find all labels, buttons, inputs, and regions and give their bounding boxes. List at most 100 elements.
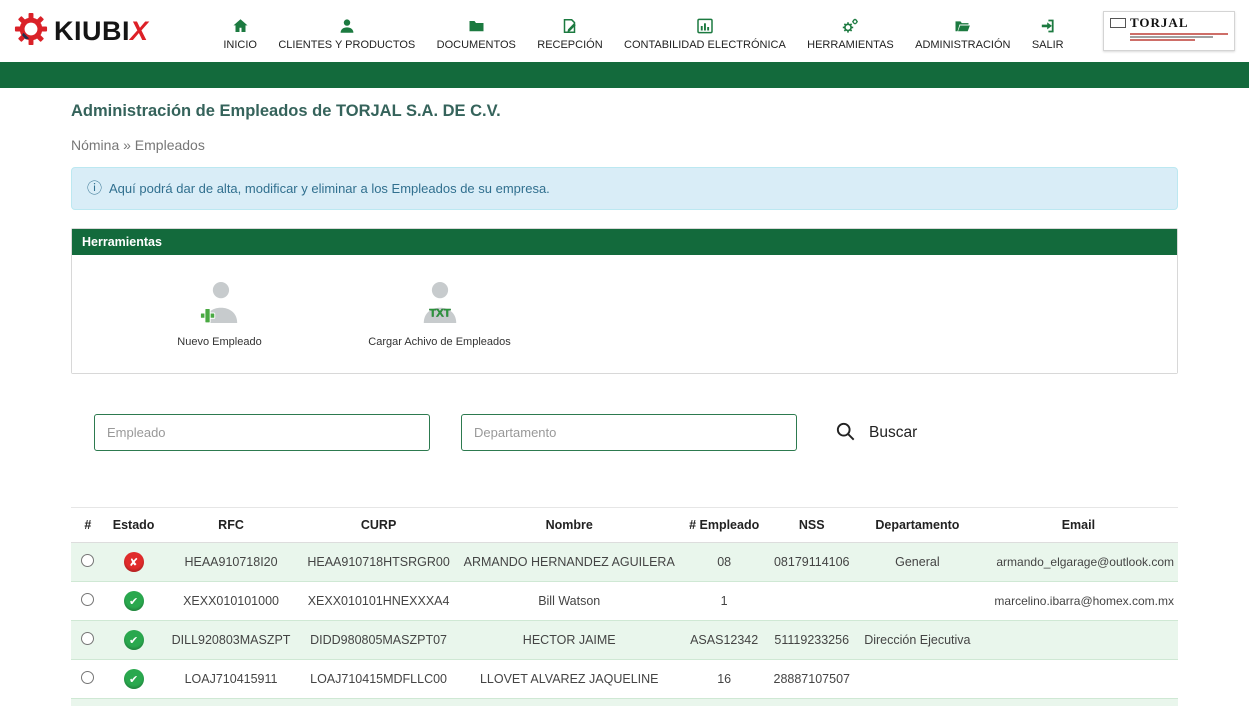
cell-email: marcelino.ibarra@homex.com.mx bbox=[979, 582, 1178, 621]
cell-rfc: XEXX010101000 bbox=[163, 582, 300, 621]
tools-panel-body: Nuevo Empleado TXT Cargar Achivo de Empl… bbox=[72, 255, 1177, 373]
status-icon[interactable]: ✔ bbox=[124, 630, 144, 650]
cell-email bbox=[979, 621, 1178, 660]
row-select-radio[interactable] bbox=[81, 554, 94, 567]
table-header-row: # Estado RFC CURP Nombre # Empleado NSS … bbox=[71, 508, 1178, 543]
col-header-num-empleado: # Empleado bbox=[681, 508, 768, 543]
open-folder-icon bbox=[954, 16, 971, 34]
cell-departamento: Dirección Ejecutiva bbox=[856, 621, 979, 660]
status-icon[interactable]: ✔ bbox=[124, 591, 144, 611]
nav-label: DOCUMENTOS bbox=[437, 39, 516, 51]
search-icon bbox=[835, 421, 856, 445]
cell-num-empleado bbox=[681, 699, 768, 706]
col-header-estado: Estado bbox=[105, 508, 163, 543]
nav-item-salir[interactable]: SALIR bbox=[1032, 12, 1064, 51]
cell-nss bbox=[768, 699, 856, 706]
department-search-input[interactable] bbox=[461, 414, 797, 451]
employee-search-input[interactable] bbox=[94, 414, 430, 451]
row-select-radio[interactable] bbox=[81, 671, 94, 684]
cell-nss: 08179114106 bbox=[768, 543, 856, 582]
col-header-curp: CURP bbox=[300, 508, 458, 543]
logout-icon bbox=[1040, 16, 1056, 34]
search-row: Buscar bbox=[71, 414, 1178, 451]
home-icon bbox=[232, 16, 249, 34]
table-row: ✔ bbox=[71, 699, 1178, 706]
table-row: ✔ XEXX010101000 XEXX010101HNEXXXA4 Bill … bbox=[71, 582, 1178, 621]
info-icon: ⓘ bbox=[87, 181, 102, 196]
cell-curp: HEAA910718HTSRGR00 bbox=[300, 543, 458, 582]
table-row: ✔ LOAJ710415911 LOAJ710415MDFLLC00 LLOVE… bbox=[71, 660, 1178, 699]
brand-gear-icon bbox=[14, 12, 48, 51]
col-header-nombre: Nombre bbox=[458, 508, 681, 543]
cell-rfc bbox=[163, 699, 300, 706]
nav-label: ADMINISTRACIÓN bbox=[915, 39, 1010, 51]
nav-item-contabilidad-electronica[interactable]: CONTABILIDAD ELECTRÓNICA bbox=[624, 12, 786, 51]
cell-departamento bbox=[856, 699, 979, 706]
bar-chart-icon bbox=[697, 16, 713, 34]
gears-icon bbox=[841, 16, 859, 34]
tools-panel-header: Herramientas bbox=[72, 229, 1177, 255]
table-row: ✔ DILL920803MASZPT DIDD980805MASZPT07 HE… bbox=[71, 621, 1178, 660]
cell-email bbox=[979, 660, 1178, 699]
row-select-radio[interactable] bbox=[81, 593, 94, 606]
header-green-strip bbox=[0, 62, 1249, 88]
employees-table: # Estado RFC CURP Nombre # Empleado NSS … bbox=[71, 507, 1178, 706]
new-employee-button[interactable]: Nuevo Empleado bbox=[132, 279, 307, 359]
nav-label: HERRAMIENTAS bbox=[807, 39, 894, 51]
info-alert-text: Aquí podrá dar de alta, modificar y elim… bbox=[109, 181, 550, 196]
info-alert: ⓘ Aquí podrá dar de alta, modificar y el… bbox=[71, 167, 1178, 210]
search-button-label: Buscar bbox=[869, 424, 917, 442]
cell-departamento: General bbox=[856, 543, 979, 582]
cell-curp bbox=[300, 699, 458, 706]
torjal-logo: TORJAL bbox=[1103, 11, 1235, 51]
cell-nombre: HECTOR JAIME bbox=[458, 621, 681, 660]
nav-item-clientes-y-productos[interactable]: CLIENTES Y PRODUCTOS bbox=[278, 12, 415, 51]
cell-num-empleado: 16 bbox=[681, 660, 768, 699]
folder-icon bbox=[468, 16, 485, 34]
torjal-logo-fineprint bbox=[1110, 33, 1228, 41]
search-button[interactable]: Buscar bbox=[835, 421, 917, 445]
cell-email: armando_elgarage@outlook.com bbox=[979, 543, 1178, 582]
cell-curp: DIDD980805MASZPT07 bbox=[300, 621, 458, 660]
nav-item-inicio[interactable]: INICIO bbox=[223, 12, 257, 51]
top-navbar: KIUBIX INICIO CLIENTES Y PRODUCTOS DOCUM… bbox=[0, 0, 1249, 62]
col-header-num: # bbox=[71, 508, 105, 543]
cell-rfc: LOAJ710415911 bbox=[163, 660, 300, 699]
nav-item-recepcion[interactable]: RECEPCIÓN bbox=[537, 12, 602, 51]
table-row: ✘ HEAA910718I20 HEAA910718HTSRGR00 ARMAN… bbox=[71, 543, 1178, 582]
nav-item-documentos[interactable]: DOCUMENTOS bbox=[437, 12, 516, 51]
brand-text: KIUBIX bbox=[54, 16, 149, 47]
nav-label: CLIENTES Y PRODUCTOS bbox=[278, 39, 415, 51]
torjal-logo-mark bbox=[1110, 18, 1126, 28]
person-icon bbox=[339, 16, 355, 34]
nav-item-herramientas[interactable]: HERRAMIENTAS bbox=[807, 12, 894, 51]
breadcrumb: Nómina » Empleados bbox=[71, 137, 1178, 153]
cell-curp: XEXX010101HNEXXXA4 bbox=[300, 582, 458, 621]
col-header-email: Email bbox=[979, 508, 1178, 543]
cell-rfc: HEAA910718I20 bbox=[163, 543, 300, 582]
status-icon[interactable]: ✔ bbox=[124, 669, 144, 689]
nav-item-administracion[interactable]: ADMINISTRACIÓN bbox=[915, 12, 1010, 51]
brand-logo[interactable]: KIUBIX bbox=[14, 12, 184, 51]
person-plus-icon bbox=[199, 314, 241, 331]
cell-curp: LOAJ710415MDFLLC00 bbox=[300, 660, 458, 699]
status-icon[interactable]: ✘ bbox=[124, 552, 144, 572]
cell-nss bbox=[768, 582, 856, 621]
torjal-logo-name: TORJAL bbox=[1130, 15, 1189, 31]
col-header-nss: NSS bbox=[768, 508, 856, 543]
cell-nss: 28887107507 bbox=[768, 660, 856, 699]
row-select-radio[interactable] bbox=[81, 632, 94, 645]
cell-nombre: ARMANDO HERNANDEZ AGUILERA bbox=[458, 543, 681, 582]
cell-departamento bbox=[856, 660, 979, 699]
tools-panel: Herramientas Nuevo Empleado bbox=[71, 228, 1178, 374]
cell-email bbox=[979, 699, 1178, 706]
cell-rfc: DILL920803MASZPT bbox=[163, 621, 300, 660]
tool-action-label: Cargar Achivo de Empleados bbox=[352, 336, 527, 348]
cell-num-empleado: 08 bbox=[681, 543, 768, 582]
nav-label: CONTABILIDAD ELECTRÓNICA bbox=[624, 39, 786, 51]
nav-label: INICIO bbox=[223, 39, 257, 51]
cell-departamento bbox=[856, 582, 979, 621]
cell-nombre bbox=[458, 699, 681, 706]
load-employee-file-button[interactable]: TXT Cargar Achivo de Empleados bbox=[352, 279, 527, 359]
cell-num-empleado: ASAS12342 bbox=[681, 621, 768, 660]
